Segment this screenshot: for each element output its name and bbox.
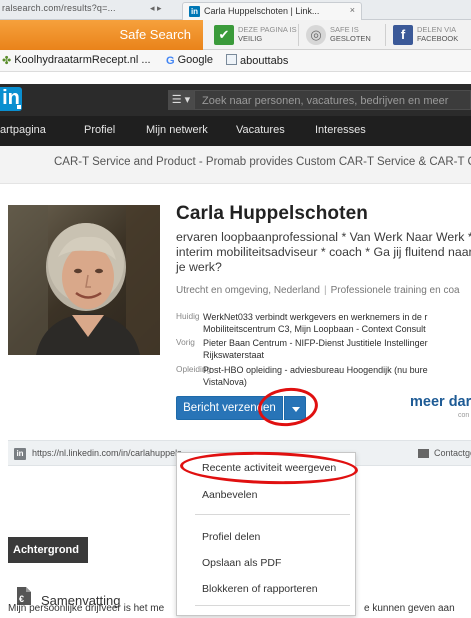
tab-scroll-arrows-icon[interactable]: ◂ ▸ <box>150 3 162 14</box>
lock-icon: ◎ <box>306 25 326 45</box>
tab-close-icon[interactable]: × <box>350 5 355 15</box>
tab-strip-url-fragment: ralsearch.com/results?q=... <box>2 3 116 13</box>
profile-photo[interactable] <box>8 205 160 355</box>
meer-sub-text: con <box>458 412 470 419</box>
bookmark-label: Google <box>177 54 214 66</box>
summary-text-right: e kunnen geven aan <box>364 603 455 614</box>
browser-tab-strip: ralsearch.com/results?q=... ◂ ▸ in Carla… <box>0 0 471 20</box>
bookmark-label: abouttabs <box>240 55 289 67</box>
menu-divider <box>195 605 350 606</box>
contact-info-link[interactable]: Contactge <box>434 448 471 458</box>
profile-location-line: Utrecht en omgeving, Nederland | Professio… <box>176 285 460 296</box>
linkedin-favicon-icon: in <box>189 6 200 17</box>
page-safe-line2: VEILIG <box>238 34 263 43</box>
previous-position-1[interactable]: Pieter Baan Centrum - NIFP-Dienst Justit… <box>203 337 428 349</box>
profile-photo-illustration <box>8 205 160 355</box>
more-actions-dropdown-button[interactable] <box>284 396 306 420</box>
summary-text-left: Mijn persoonlijke drijfveer is het me <box>8 603 165 614</box>
previous-label: Vorig <box>176 337 195 347</box>
bookmark-koolhydraatarm[interactable]: ✤ KoolhydraatarmRecept.nl ... <box>2 54 151 67</box>
current-label: Huidig <box>176 311 200 321</box>
profile-name: Carla Huppelschoten <box>176 203 368 224</box>
education-line-1[interactable]: Post-HBO opleiding - adviesbureau Hoogen… <box>203 364 428 376</box>
search-input[interactable] <box>195 92 470 110</box>
more-actions-menu: Recente activiteit weergeven Aanbevelen … <box>176 452 356 616</box>
linkedin-small-icon: in <box>14 448 26 460</box>
toolbar-divider <box>385 24 386 46</box>
tab-achtergrond[interactable]: Achtergrond <box>8 537 88 563</box>
toolbar-divider <box>298 24 299 46</box>
share-facebook-line2: FACEBOOK <box>417 34 459 43</box>
tab-title: Carla Huppelschoten | Link... <box>204 6 320 16</box>
education-line-2[interactable]: VistaNova) <box>203 376 428 388</box>
contact-card-icon <box>418 449 429 458</box>
current-position-2[interactable]: Mobiliteitscentrum C3, Mijn Loopbaan - C… <box>203 323 427 335</box>
menu-item-recommend[interactable]: Aanbevelen <box>202 489 257 501</box>
nav-interesses[interactable]: Interesses <box>315 124 366 136</box>
check-icon: ✔ <box>214 25 234 45</box>
menu-item-block-report[interactable]: Blokkeren of rapporteren <box>202 583 318 595</box>
menu-item-recent-activity[interactable]: Recente activiteit weergeven <box>202 462 336 474</box>
linkedin-logo-icon[interactable]: in <box>0 87 22 111</box>
previous-position-2[interactable]: Rijkswaterstaat <box>203 349 428 361</box>
bookmark-abouttabs[interactable]: abouttabs <box>226 54 288 67</box>
menu-item-save-pdf[interactable]: Opslaan als PDF <box>202 557 281 569</box>
linkedin-header: in ☰ ▾ <box>0 84 471 116</box>
public-profile-url[interactable]: https://nl.linkedin.com/in/carlahuppels <box>32 448 182 458</box>
screenshot-root: ralsearch.com/results?q=... ◂ ▸ in Carla… <box>0 0 471 618</box>
nav-startpagina[interactable]: artpagina <box>0 124 46 136</box>
page-icon <box>226 54 237 65</box>
search-menu-icon[interactable]: ☰ ▾ <box>168 90 194 110</box>
linkedin-nav: artpagina Profiel Mijn netwerk Vacatures… <box>0 116 471 146</box>
page-safe-line1: DEZE PAGINA IS <box>238 25 297 34</box>
search-box[interactable] <box>194 90 471 110</box>
safe-locked-line2: GESLOTEN <box>330 34 371 43</box>
leaf-icon: ✤ <box>2 55 12 67</box>
nav-vacatures[interactable]: Vacatures <box>236 124 285 136</box>
meer-link[interactable]: meer dar <box>410 394 471 410</box>
safe-search-label: Safe Search <box>119 27 191 42</box>
browser-tab-active[interactable]: in Carla Huppelschoten | Link... × <box>182 2 362 20</box>
safe-search-button[interactable]: Safe Search <box>0 20 203 50</box>
bookmarks-bar: ✤ KoolhydraatarmRecept.nl ... G Google abo… <box>0 50 471 72</box>
safe-locked-line1: SAFE IS <box>330 25 359 34</box>
browser-toolbar: Safe Search ✔ DEZE PAGINA IS VEILIG ◎ SA… <box>0 20 471 50</box>
ad-text: CAR-T Service and Product - Promab provi… <box>54 156 471 168</box>
chevron-down-icon <box>292 407 300 412</box>
nav-profiel[interactable]: Profiel <box>84 124 115 136</box>
bookmark-label: KoolhydraatarmRecept.nl ... <box>14 54 151 66</box>
menu-divider <box>195 514 350 515</box>
tab-achtergrond-label: Achtergrond <box>13 544 79 556</box>
profile-headline: ervaren loopbaanprofessional * Van Werk … <box>176 230 471 274</box>
nav-mijn-netwerk[interactable]: Mijn netwerk <box>146 124 208 136</box>
bookmark-google[interactable]: G Google <box>166 54 214 67</box>
share-facebook-line1: DELEN VIA <box>417 25 457 34</box>
menu-item-share-profile[interactable]: Profiel delen <box>202 531 260 543</box>
profile-industry[interactable]: Professionele training en coa <box>331 285 460 296</box>
facebook-icon: f <box>393 25 413 45</box>
send-message-button[interactable]: Bericht verzenden <box>176 396 283 420</box>
current-position-1[interactable]: WerkNet033 verbindt werkgevers en werkne… <box>203 311 427 323</box>
profile-location[interactable]: Utrecht en omgeving, Nederland <box>176 285 320 296</box>
sponsored-ad-banner[interactable]: CAR-T Service and Product - Promab provi… <box>0 146 471 184</box>
google-icon: G <box>166 55 175 67</box>
